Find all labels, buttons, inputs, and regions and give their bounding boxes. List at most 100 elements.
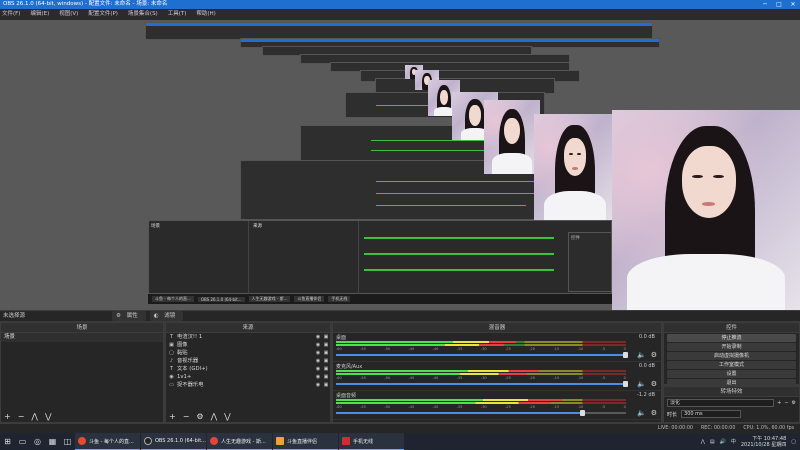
source-item[interactable]: ▭ 捉不器乐电 ◉ ▣ [166,381,330,389]
gear-icon[interactable]: ⚙ [196,412,203,421]
lock-icon[interactable]: ▣ [322,333,330,341]
nested-scenes: 场景 [149,221,249,295]
taskbar-clock[interactable]: 下午 10:47:48 2021/10/28 星期四 [741,436,786,448]
browser-icon: ◉ [169,374,174,380]
visibility-icon[interactable]: ◉ [314,333,322,341]
transition-select[interactable]: 淡化 [667,399,775,407]
lock-icon[interactable]: ▣ [322,341,330,349]
stop-streaming-button[interactable]: 停止推流 [667,334,796,342]
speaker-icon[interactable]: 🔈 [637,380,646,388]
taskbar-app-douyu-companion[interactable]: 斗鱼直播伴侣 [273,433,338,450]
menu-edit[interactable]: 编辑(E) [30,9,49,20]
fader-handle[interactable] [623,381,628,387]
taskbar-app-douyu[interactable]: 斗鱼 - 每个人的直... [75,433,140,450]
channel-db: -1.2 dB [637,392,655,398]
gear-icon[interactable]: ⚙ [651,409,657,417]
source-item[interactable]: T 文本 (GDI+) ◉ ▣ [166,365,330,373]
gear-icon[interactable]: ⚙ [651,380,657,388]
lock-icon[interactable]: ▣ [322,349,330,357]
source-item[interactable]: ▢ 黏贴 ◉ ▣ [166,349,330,357]
scene-item[interactable]: 场景 [1,333,163,342]
taskbar-app-label: 手机无线 [353,438,374,445]
volume-slider[interactable] [336,381,628,387]
settings-button[interactable]: 设置 [667,370,796,378]
fader-handle[interactable] [623,352,628,358]
cpu-status: CPU: 1.0%, 60.00 fps [743,426,794,431]
ime-indicator[interactable]: 中 [731,438,736,445]
meter-tick-label: -25 [505,347,511,351]
visibility-icon[interactable]: ◉ [314,341,322,349]
speaker-icon[interactable]: 🔈 [637,409,646,417]
menu-help[interactable]: 帮助(H) [196,9,215,20]
obs-icon [144,437,152,445]
browser-icon[interactable]: ◎ [30,433,45,450]
lock-icon[interactable]: ▣ [322,357,330,365]
move-up-icon[interactable]: ⋀ [31,412,38,421]
taskbar-app-game[interactable]: 人生无趣游戏 - 斯... [207,433,272,450]
mixer-header: 混音器 [333,323,661,333]
add-icon[interactable]: + [169,412,176,421]
speaker-icon[interactable]: 🔈 [637,351,646,359]
system-tray: ⋀ ▤ 🔊 中 下午 10:47:48 2021/10/28 星期四 ▢ [701,433,796,450]
folder-icon[interactable]: ▦ [45,433,60,450]
visibility-icon[interactable]: ◉ [314,373,322,381]
source-item[interactable]: ◉ 1v1+ ◉ ▣ [166,373,330,381]
network-icon[interactable]: ▤ [710,439,715,445]
meter-level [336,370,539,372]
volume-slider[interactable] [336,352,628,358]
maximize-icon[interactable]: □ [772,0,786,9]
properties-button[interactable]: ⚙ 属性 [112,311,146,321]
meter-tick-label: -15 [553,347,560,351]
meter-level [336,373,528,375]
source-item[interactable]: ♪ 音视乐器 ◉ ▣ [166,357,330,365]
menu-view[interactable]: 视图(V) [59,9,78,20]
studio-mode-button[interactable]: 工作室模式 [667,361,796,369]
text-icon: T [169,366,174,372]
task-view-icon[interactable]: ▭ [15,433,30,450]
lock-icon[interactable]: ▣ [322,381,330,389]
visibility-icon[interactable]: ◉ [314,365,322,373]
visibility-icon[interactable]: ◉ [314,349,322,357]
paste-icon: ▢ [169,350,174,356]
remove-icon[interactable]: − [18,412,25,421]
taskbar-app-phone[interactable]: 手机无线 [339,433,404,450]
fader-handle[interactable] [579,410,585,416]
move-down-icon[interactable]: ⋁ [45,412,52,421]
close-icon[interactable]: ✕ [786,0,800,9]
menu-file[interactable]: 文件(F) [2,9,20,20]
scenes-dock: 场景 场景 + − ⋀ ⋁ [0,322,164,423]
move-up-icon[interactable]: ⋀ [211,412,218,421]
gear-icon[interactable]: ⚙ [651,351,657,359]
duration-input[interactable]: 300 ms [681,410,742,418]
gear-icon[interactable]: ⚙ [792,400,796,406]
lock-icon[interactable]: ▣ [322,365,330,373]
move-down-icon[interactable]: ⋁ [224,412,231,421]
remove-icon[interactable]: − [183,412,190,421]
start-recording-button[interactable]: 开始录制 [667,343,796,351]
chevron-up-icon[interactable]: ⋀ [701,439,705,445]
notification-icon[interactable]: ▢ [791,439,796,445]
start-virtual-camera-button[interactable]: 启动虚拟摄像机 [667,352,796,360]
meter-tick-label: -15 [553,376,560,380]
filters-button[interactable]: ◐ 滤镜 [149,311,184,321]
windows-start-icon[interactable]: ⊞ [0,433,15,450]
menu-tools[interactable]: 工具(T) [168,9,187,20]
minimize-icon[interactable]: ─ [758,0,772,9]
meter-tick-label: -50 [384,405,391,409]
visibility-icon[interactable]: ◉ [314,357,322,365]
visibility-icon[interactable]: ◉ [314,381,322,389]
menu-profile[interactable]: 配置文件(P) [88,9,118,20]
preview-canvas[interactable]: 场景 来源 控件 斗鱼 - 每个人的直... OBS 26.1.0 (64-bi… [0,20,800,310]
store-icon[interactable]: ◫ [60,433,75,450]
remove-icon[interactable]: − [784,400,788,406]
add-icon[interactable]: + [4,412,11,421]
taskbar-app-obs[interactable]: OBS 26.1.0 (64-bit... [141,433,206,450]
volume-icon[interactable]: 🔊 [720,439,726,445]
volume-slider[interactable] [336,410,626,416]
lock-icon[interactable]: ▣ [322,373,330,381]
source-item[interactable]: ▣ 图像 ◉ ▣ [166,341,330,349]
meter-tick-label: -30 [480,405,487,409]
menu-scene-collection[interactable]: 场景集合(S) [128,9,158,20]
add-icon[interactable]: + [777,400,781,406]
source-item[interactable]: T 电渲汉!! 1 ◉ ▣ [166,333,330,341]
